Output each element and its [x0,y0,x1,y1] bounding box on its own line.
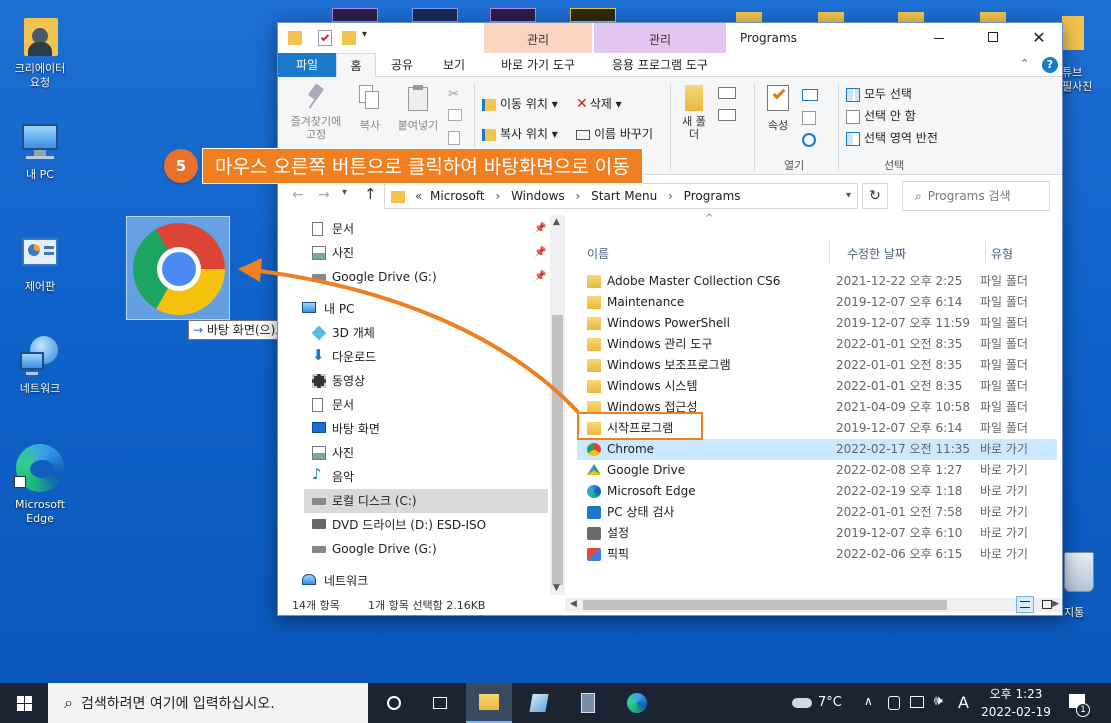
taskbar-edge[interactable] [614,683,660,723]
windows-logo-icon [17,696,32,711]
cortana-button[interactable] [372,683,418,723]
chrome-highlight-box [577,412,703,440]
network-tray-icon[interactable] [910,696,924,708]
start-button[interactable] [0,683,48,723]
notes-app-icon [529,694,549,712]
search-icon: ⌕ [64,693,73,712]
weather-temp: 7°C [818,695,842,710]
task-view-button[interactable] [418,683,464,723]
taskbar-app-notes[interactable] [516,683,562,723]
clock-time: 오후 1:23 [989,687,1043,701]
cortana-circle-icon [387,696,401,710]
taskbar-calculator[interactable] [566,683,612,723]
taskbar-file-explorer[interactable] [466,683,512,723]
annotation-arrow-path [251,268,580,414]
step-number-badge: 5 [164,149,198,183]
weather-widget[interactable]: 7°C [792,683,842,723]
edge-icon [627,693,647,713]
ime-indicator[interactable]: A [958,693,969,712]
clock[interactable]: 오후 1:23 2022-02-19 [980,685,1052,721]
tray-meet-icon[interactable] [888,696,900,710]
step-callout-text: 마우스 오른쪽 버튼으로 클릭하여 바탕화면으로 이동 [202,148,643,184]
taskbar-search-placeholder: 검색하려면 여기에 입력하십시오. [80,696,275,712]
calculator-icon [581,693,595,713]
taskbar-search-box[interactable]: ⌕ 검색하려면 여기에 입력하십시오. [48,683,368,723]
step-callout: 5 마우스 오른쪽 버튼으로 클릭하여 바탕화면으로 이동 [164,146,774,186]
annotation-arrow-head [238,258,262,282]
tray-overflow-icon[interactable]: ∧ [864,694,873,708]
notification-center-button[interactable]: 1 [1066,691,1090,717]
volume-icon[interactable]: 🕪 [934,693,943,709]
annotation-arrow [238,258,580,414]
file-explorer-icon [479,694,499,710]
cloud-icon [792,697,812,708]
clock-date: 2022-02-19 [981,705,1051,719]
notification-badge: 1 [1076,703,1090,717]
taskbar: ⌕ 검색하려면 여기에 입력하십시오. 7°C ∧ 🕪 A 오후 1:23 202… [0,683,1111,723]
task-view-icon [433,697,447,709]
